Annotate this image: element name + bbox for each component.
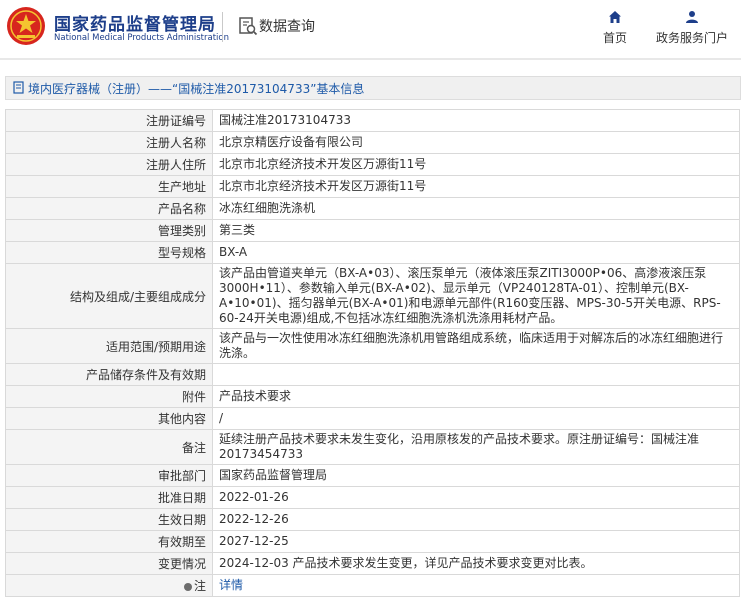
note-icon — [183, 582, 192, 591]
table-row: 附件 产品技术要求 — [5, 385, 740, 408]
table-row: 备注 延续注册产品技术要求未发生变化，沿用原核发的产品技术要求。原注册证编号：国… — [5, 429, 740, 465]
table-row: 注册人住所 北京市北京经济技术开发区万源街11号 — [5, 153, 740, 176]
site-header: 国家药品监督管理局 National Medical Products Admi… — [0, 0, 741, 58]
brand-name-cn: 国家药品监督管理局 — [54, 15, 216, 35]
field-label: 有效期至 — [5, 530, 213, 553]
field-value: 2022-12-26 — [212, 508, 740, 531]
field-value: 延续注册产品技术要求未发生变化，沿用原核发的产品技术要求。原注册证编号：国械注准… — [212, 429, 740, 465]
field-value: 北京市北京经济技术开发区万源街11号 — [212, 153, 740, 176]
field-label: 适用范围/预期用途 — [5, 328, 213, 364]
field-value: 详情 — [212, 574, 740, 597]
field-value: 该产品与一次性使用冰冻红细胞洗涤机用管路组成系统，临床适用于对解冻后的冰冻红细胞… — [212, 328, 740, 364]
table-row: 注册证编号 国械注准20173104733 — [5, 109, 740, 132]
brand-name-en: National Medical Products Administration — [54, 33, 229, 43]
field-label: 管理类别 — [5, 219, 213, 242]
field-value: 2024-12-03 产品技术要求发生变更，详见产品技术要求变更对比表。 — [212, 552, 740, 575]
nav-home[interactable]: 首页 — [598, 10, 632, 46]
field-label: 其他内容 — [5, 407, 213, 430]
user-icon — [686, 11, 698, 23]
field-value: 冰冻红细胞洗涤机 — [212, 197, 740, 220]
table-row: 批准日期 2022-01-26 — [5, 486, 740, 509]
field-value: 该产品由管道夹单元（BX-A•03）、滚压泵单元（液体滚压泵ZITI3000P•… — [212, 263, 740, 329]
table-row: 适用范围/预期用途 该产品与一次性使用冰冻红细胞洗涤机用管路组成系统，临床适用于… — [5, 328, 740, 364]
field-label: 审批部门 — [5, 464, 213, 487]
home-icon — [609, 11, 621, 23]
breadcrumb: 境内医疗器械（注册）——“国械注准20173104733”基本信息 — [5, 76, 741, 100]
field-value: 2022-01-26 — [212, 486, 740, 509]
table-row: 变更情况 2024-12-03 产品技术要求发生变更，详见产品技术要求变更对比表… — [5, 552, 740, 575]
registration-info-table: 注册证编号 国械注准20173104733 注册人名称 北京京精医疗设备有限公司… — [5, 109, 740, 597]
table-row: 管理类别 第三类 — [5, 219, 740, 242]
header-divider — [222, 12, 223, 42]
field-value — [212, 363, 740, 386]
field-label: 注册证编号 — [5, 109, 213, 132]
field-value: 北京市北京经济技术开发区万源街11号 — [212, 175, 740, 198]
field-value: / — [212, 407, 740, 430]
field-label: 生产地址 — [5, 175, 213, 198]
table-row: 生效日期 2022-12-26 — [5, 508, 740, 531]
field-label: 结构及组成/主要组成成分 — [5, 263, 213, 329]
field-label: 生效日期 — [5, 508, 213, 531]
field-label: 注 — [193, 579, 206, 593]
data-query-icon — [239, 17, 258, 36]
table-row: 产品储存条件及有效期 — [5, 363, 740, 386]
nav-service-portal[interactable]: 政务服务门户 — [652, 10, 732, 46]
field-value: BX-A — [212, 241, 740, 264]
table-row: 型号规格 BX-A — [5, 241, 740, 264]
details-link[interactable]: 详情 — [219, 578, 243, 592]
field-value: 产品技术要求 — [212, 385, 740, 408]
table-row: 产品名称 冰冻红细胞洗涤机 — [5, 197, 740, 220]
field-value: 第三类 — [212, 219, 740, 242]
field-value: 2027-12-25 — [212, 530, 740, 553]
field-label: 变更情况 — [5, 552, 213, 575]
field-label: 批准日期 — [5, 486, 213, 509]
table-row: 生产地址 北京市北京经济技术开发区万源街11号 — [5, 175, 740, 198]
field-value: 国械注准20173104733 — [212, 109, 740, 132]
field-label: 注册人名称 — [5, 131, 213, 154]
field-value: 北京京精医疗设备有限公司 — [212, 131, 740, 154]
section-title: 数据查询 — [259, 19, 315, 35]
table-row: 有效期至 2027-12-25 — [5, 530, 740, 553]
document-icon — [13, 81, 24, 94]
header-underline — [0, 58, 741, 60]
field-label: 注册人住所 — [5, 153, 213, 176]
table-row: 结构及组成/主要组成成分 该产品由管道夹单元（BX-A•03）、滚压泵单元（液体… — [5, 263, 740, 329]
nav-home-label: 首页 — [602, 31, 627, 45]
field-label: 型号规格 — [5, 241, 213, 264]
field-value: 国家药品监督管理局 — [212, 464, 740, 487]
nav-portal-label: 政务服务门户 — [655, 31, 728, 45]
table-row: 注 详情 — [5, 574, 740, 597]
note-label-cell: 注 — [5, 574, 213, 597]
field-label: 产品名称 — [5, 197, 213, 220]
table-row: 注册人名称 北京京精医疗设备有限公司 — [5, 131, 740, 154]
breadcrumb-text: 境内医疗器械（注册）——“国械注准20173104733”基本信息 — [28, 80, 364, 97]
field-label: 备注 — [5, 429, 213, 465]
breadcrumb-title: ——“国械注准20173104733”基本信息 — [148, 82, 365, 96]
field-label: 产品储存条件及有效期 — [5, 363, 213, 386]
emblem-logo — [7, 7, 45, 45]
table-row: 审批部门 国家药品监督管理局 — [5, 464, 740, 487]
field-label: 附件 — [5, 385, 213, 408]
breadcrumb-category-link[interactable]: 境内医疗器械（注册） — [28, 82, 148, 96]
table-row: 其他内容 / — [5, 407, 740, 430]
